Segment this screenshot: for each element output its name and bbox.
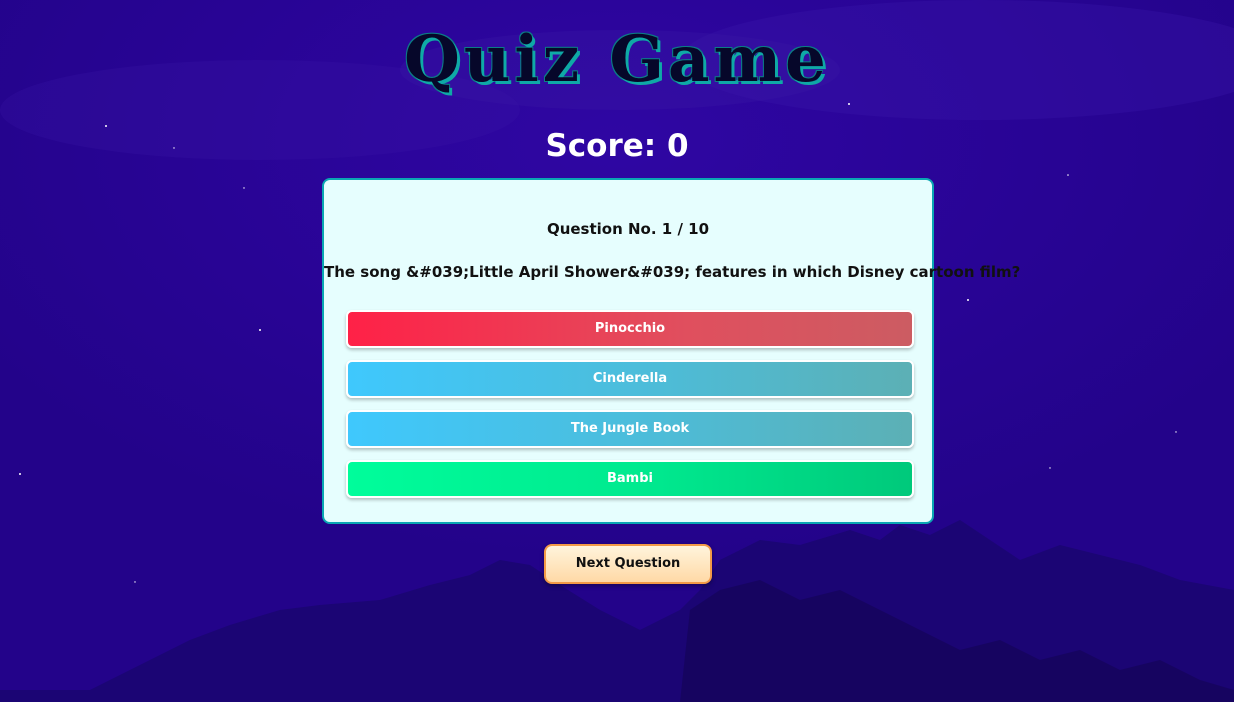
answer-option-1[interactable]: Pinocchio	[346, 310, 914, 348]
answer-option-2[interactable]: Cinderella	[346, 360, 914, 398]
next-question-button[interactable]: Next Question	[544, 544, 712, 584]
answer-option-4[interactable]: Bambi	[346, 460, 914, 498]
question-number: Question No. 1 / 10	[546, 220, 710, 238]
question-card: Question No. 1 / 10 The song &#039;Littl…	[322, 178, 1021, 524]
game-title: Quiz Game	[404, 22, 830, 97]
score-display: Score: 0	[545, 128, 689, 164]
answer-option-3[interactable]: The Jungle Book	[346, 410, 914, 448]
question-text: The song &#039;Little April Shower&#039;…	[324, 263, 1021, 281]
